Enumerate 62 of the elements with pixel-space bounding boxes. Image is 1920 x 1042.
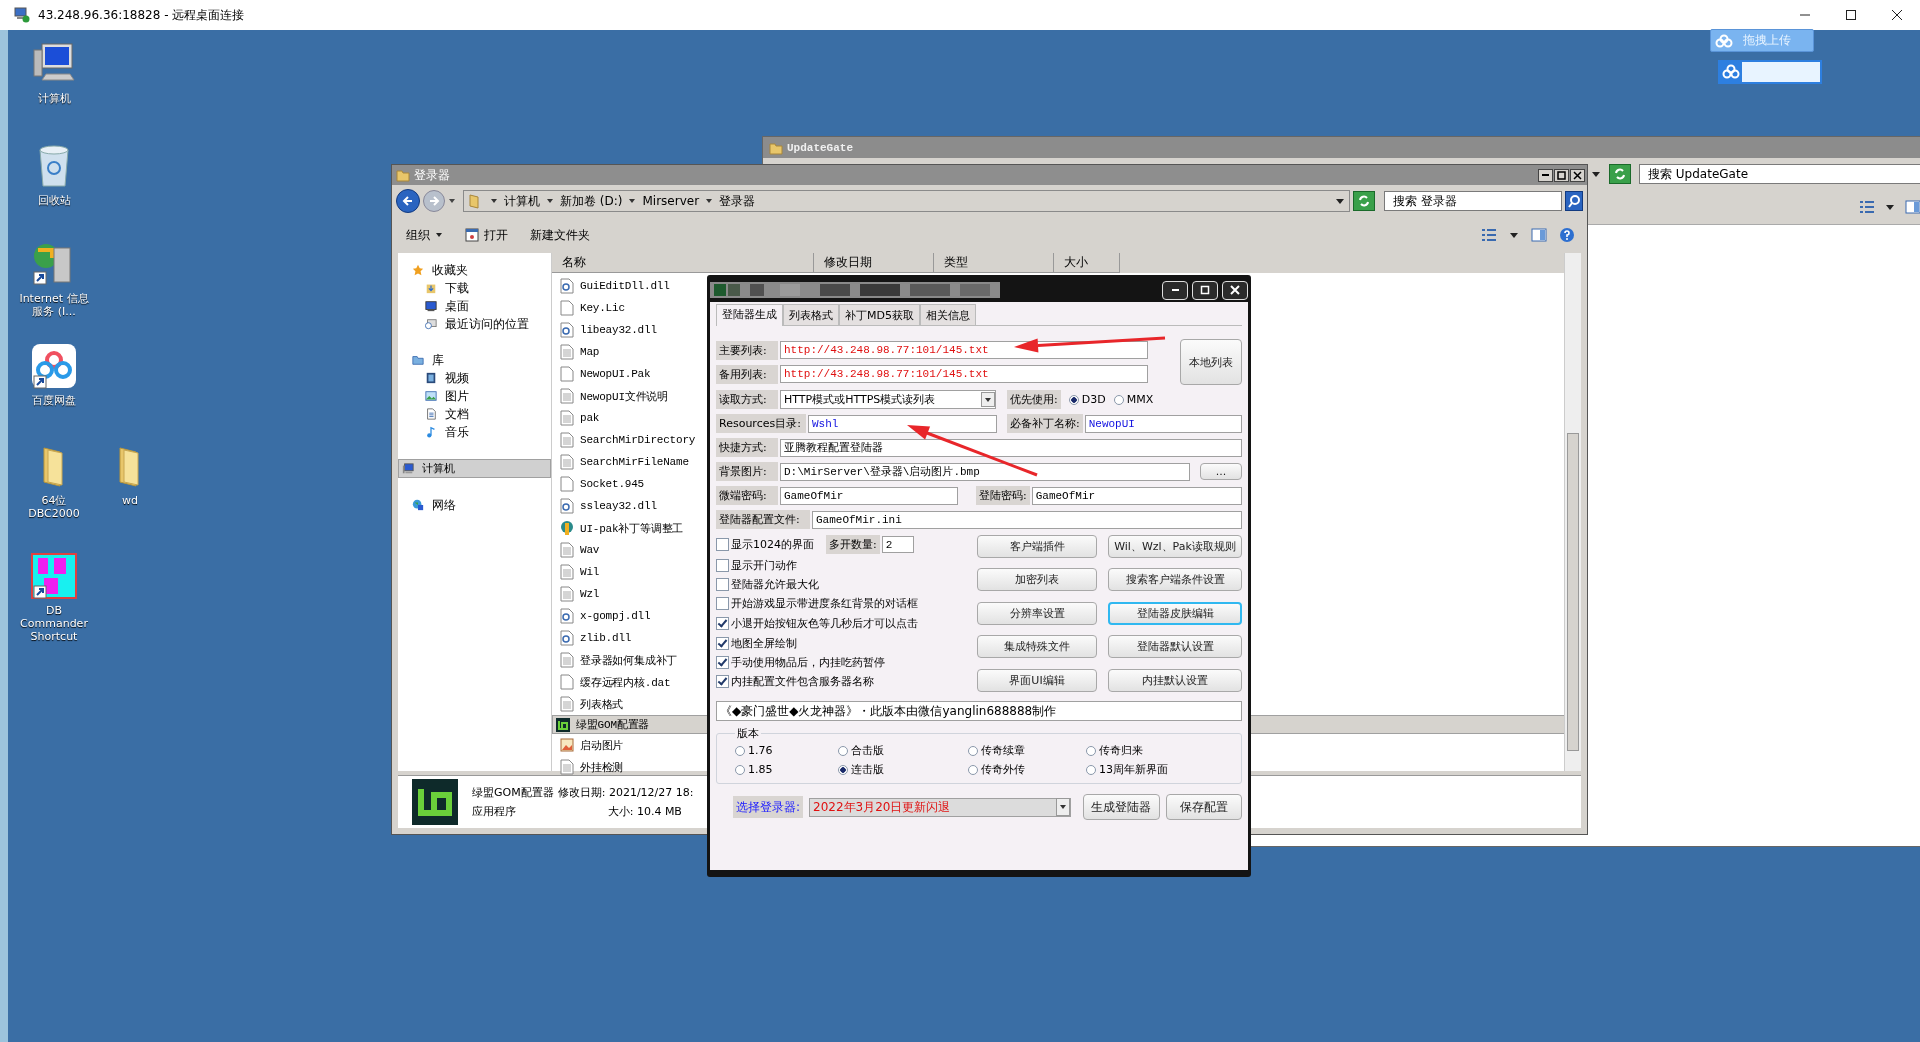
file-name: zlib.dll [580,632,632,644]
file-name: 绿盟GOM配置器 [576,718,650,732]
field-label: 多开数量: [826,535,880,554]
desktop-icon-label: Internet 信息服务 (I... [18,292,90,318]
file-name: libeay32.dll [580,324,657,336]
window-title: 43.248.96.36:18828 - 远程桌面连接 [38,6,245,24]
field-label: 选择登录器: [733,796,804,818]
nav-item-label: 计算机 [422,461,455,476]
file-name: SearchMirDirectory [580,434,696,446]
nav-item-label: 收藏夹 [432,261,468,279]
file-name: Key.Lic [580,302,625,314]
field-label: 背景图片: [716,462,778,481]
file-name: pak [580,412,600,424]
desktop-icon-label: 计算机 [36,92,72,105]
desktop-icon-label: 64位DBC2000 [27,494,81,520]
file-name: NewopUI.Pak [580,368,651,380]
file-name: Wzl [580,588,600,600]
nav-item-label: 图片 [445,387,469,405]
file-name: SearchMirFileName [580,456,689,468]
field-label: 备用列表: [716,364,778,384]
field-label: 必备补丁名称: [1007,414,1083,433]
field-label: Resources目录: [716,414,806,433]
file-name: 登录器如何集成补丁 [580,653,678,668]
window-title: UpdateGate [787,141,853,154]
file-name: 外挂检测 [580,760,624,775]
nav-item-label: 网络 [432,496,456,514]
field-label: 登陆器配置文件: [716,510,810,529]
file-type: 应用程序 [472,804,517,819]
desktop-icon-label: 百度网盘 [31,394,77,407]
field-label: 微端密码: [716,486,778,505]
nav-item-label: 音乐 [445,423,469,441]
desktop-icon-label: wd [121,494,139,507]
nav-item-label: 下载 [445,279,469,297]
field-label: 主要列表: [716,340,778,360]
file-name: UI-pak补丁等调整工 [580,521,684,536]
file-name: 缓存远程内核.dat [580,675,671,690]
file-name: Socket.945 [580,478,644,490]
file-name: 绿盟GOM配置器 [472,785,554,800]
desktop-icon-label: DB Commander Shortcut [19,604,89,643]
window-title: 登录器 [414,166,450,184]
file-name: 启动图片 [580,738,624,753]
field-label: 读取方式: [716,390,778,409]
modified-date: 修改日期: 2021/12/27 18: [557,785,694,800]
group-title: 版本 [736,726,760,741]
file-name: ssleay32.dll [580,500,657,512]
nav-item-label: 桌面 [445,297,469,315]
file-name: Map [580,346,600,358]
file-name: NewopUI文件说明 [580,389,668,404]
file-name: Wil [580,566,600,578]
nav-item-label: 文档 [445,405,469,423]
desktop-icon-label: 回收站 [36,194,72,207]
nav-item-label: 最近访问的位置 [445,315,529,333]
field-label: 优先使用: [1007,390,1061,409]
nav-item-label: 视频 [445,369,469,387]
nav-item-label: 库 [432,351,444,369]
file-name: x-gompj.dll [580,610,651,622]
file-name: Wav [580,544,600,556]
file-name: GuiEditDll.dll [580,280,670,292]
file-size: 大小: 10.4 MB [606,804,683,819]
field-label: 快捷方式: [716,438,778,457]
field-label: 登陆密码: [976,486,1030,505]
file-name: 列表格式 [580,697,624,712]
